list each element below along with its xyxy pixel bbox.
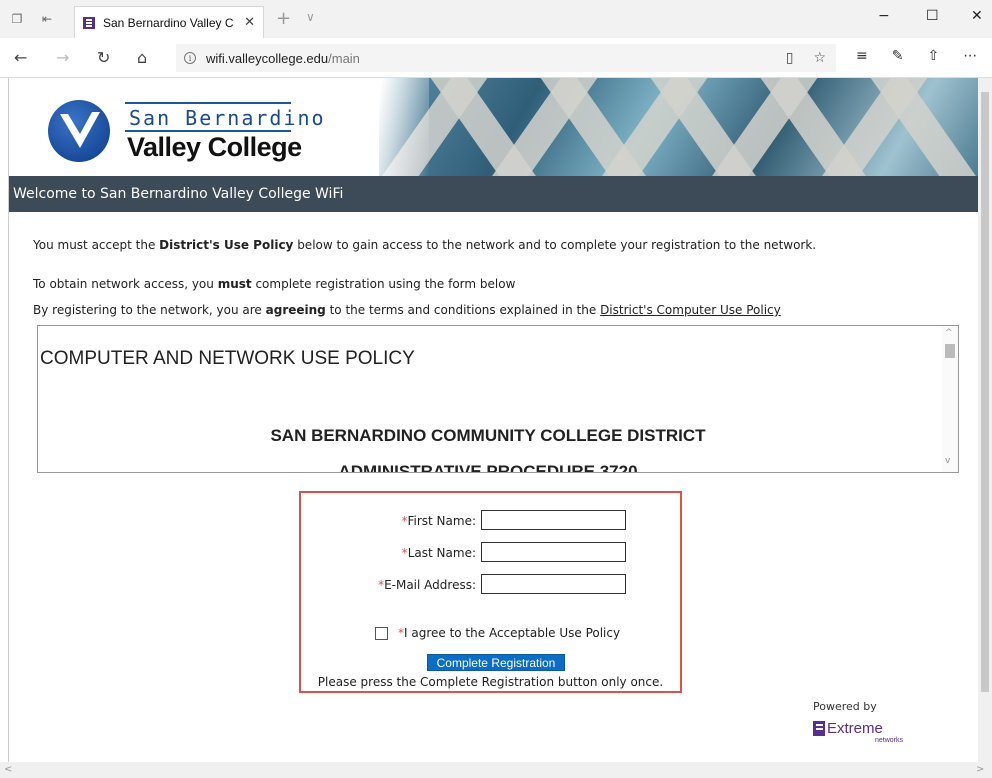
favorite-star-icon[interactable]: ☆ [813, 50, 826, 66]
reading-view-icon[interactable]: ▯ [786, 50, 794, 66]
page-content: San Bernardino Valley College Welcome to… [0, 78, 978, 762]
intro-paragraph-2: To obtain network access, you must compl… [33, 277, 516, 291]
building-photo [379, 78, 978, 176]
first-name-row: *First Name: [301, 510, 680, 532]
minimize-icon[interactable]: − [878, 8, 890, 24]
address-bar-row: ← → ↻ ⌂ i wifi.valleycollege.edu/main ▯ … [0, 38, 992, 78]
favorites-hub-icon[interactable]: ≡ [856, 48, 868, 64]
extreme-networks-logo: Extreme networks [813, 720, 903, 744]
extreme-mark-icon [813, 721, 825, 736]
intro-paragraph-1: You must accept the District's Use Polic… [33, 238, 817, 252]
maximize-icon[interactable]: ☐ [926, 8, 939, 24]
tab-list-chevron-icon[interactable]: ∨ [306, 10, 315, 24]
set-tabs-aside-icon[interactable]: ⇤ [36, 0, 58, 38]
agree-row: * I agree to the Acceptable Use Policy [375, 626, 620, 640]
back-arrow-icon[interactable]: ← [14, 48, 27, 67]
welcome-text: Welcome to San Bernardino Valley College… [13, 186, 344, 202]
registration-form: *First Name: *Last Name: *E-Mail Address… [299, 491, 682, 693]
tab-close-icon[interactable]: ✕ [244, 15, 255, 30]
email-label: *E-Mail Address: [378, 578, 476, 592]
intro-paragraph-3: By registering to the network, you are a… [33, 303, 781, 317]
extreme-favicon-icon [83, 16, 95, 29]
complete-registration-button[interactable]: Complete Registration [427, 654, 565, 671]
extreme-brand-sub: networks [875, 737, 904, 744]
first-name-label: *First Name: [401, 514, 476, 528]
submit-note: Please press the Complete Registration b… [317, 675, 664, 689]
policy-procedure: ADMINISTRATIVE PROCEDURE 3720 [338, 462, 638, 473]
more-menu-icon[interactable]: ⋯ [963, 48, 977, 64]
policy-scrollbar[interactable]: ^ v [942, 326, 958, 472]
policy-district: SAN BERNARDINO COMMUNITY COLLEGE DISTRIC… [270, 426, 706, 445]
policy-scroll-thumb[interactable] [945, 344, 955, 358]
share-icon[interactable]: ⇧ [927, 48, 939, 64]
url-bar[interactable]: i wifi.valleycollege.edu/main ▯ ☆ [176, 44, 836, 72]
email-row: *E-Mail Address: [301, 574, 680, 596]
last-name-label: *Last Name: [401, 546, 476, 560]
page-left-edge [0, 78, 9, 762]
page-horizontal-scrollbar[interactable]: < > [0, 762, 992, 778]
home-icon[interactable]: ⌂ [137, 48, 147, 67]
college-banner: San Bernardino Valley College [9, 78, 978, 176]
logo-text-line2: Valley College [127, 132, 302, 162]
last-name-row: *Last Name: [301, 542, 680, 564]
powered-by-label: Powered by [813, 700, 877, 713]
v-logo-icon [60, 112, 100, 148]
close-window-icon[interactable]: ✕ [971, 8, 983, 24]
url-path: /main [328, 50, 360, 66]
new-tab-icon[interactable]: + [276, 8, 291, 29]
last-name-input[interactable] [481, 542, 626, 562]
welcome-bar: Welcome to San Bernardino Valley College… [9, 176, 978, 212]
scroll-right-icon[interactable]: > [976, 764, 984, 775]
forward-arrow-icon[interactable]: → [56, 48, 69, 67]
page-vertical-scrollbar[interactable] [978, 78, 992, 762]
logo-text-line1: San Bernardino [129, 106, 326, 130]
tab-preview-icon[interactable]: ❐ [6, 0, 28, 38]
policy-heading: COMPUTER AND NETWORK USE POLICY [40, 348, 415, 369]
policy-scroll-box[interactable]: COMPUTER AND NETWORK USE POLICY SAN BERN… [37, 325, 959, 473]
scroll-up-icon[interactable]: ^ [945, 328, 953, 338]
computer-use-policy-link[interactable]: District's Computer Use Policy [600, 303, 781, 317]
scroll-left-icon[interactable]: < [4, 764, 12, 775]
refresh-icon[interactable]: ↻ [97, 48, 110, 67]
url-host: wifi.valleycollege.edu [206, 50, 329, 66]
banner-fade [339, 78, 429, 176]
college-logo-emblem [48, 100, 110, 162]
browser-titlebar: ❐ ⇤ San Bernardino Valley C ✕ + ∨ − ☐ ✕ [0, 0, 992, 38]
site-info-icon[interactable]: i [184, 52, 196, 64]
agree-checkbox[interactable] [375, 626, 388, 640]
agree-label: I agree to the Acceptable Use Policy [404, 626, 621, 640]
web-note-pen-icon[interactable]: ✎ [892, 48, 904, 64]
logo-rule-top [125, 102, 291, 104]
page-scroll-thumb[interactable] [981, 92, 989, 692]
first-name-input[interactable] [481, 510, 626, 530]
scroll-down-icon[interactable]: v [945, 456, 950, 466]
tab-title: San Bernardino Valley C [103, 15, 234, 30]
browser-tab[interactable]: San Bernardino Valley C ✕ [74, 6, 264, 38]
extreme-brand-text: Extreme [827, 720, 883, 737]
email-input[interactable] [481, 574, 626, 594]
